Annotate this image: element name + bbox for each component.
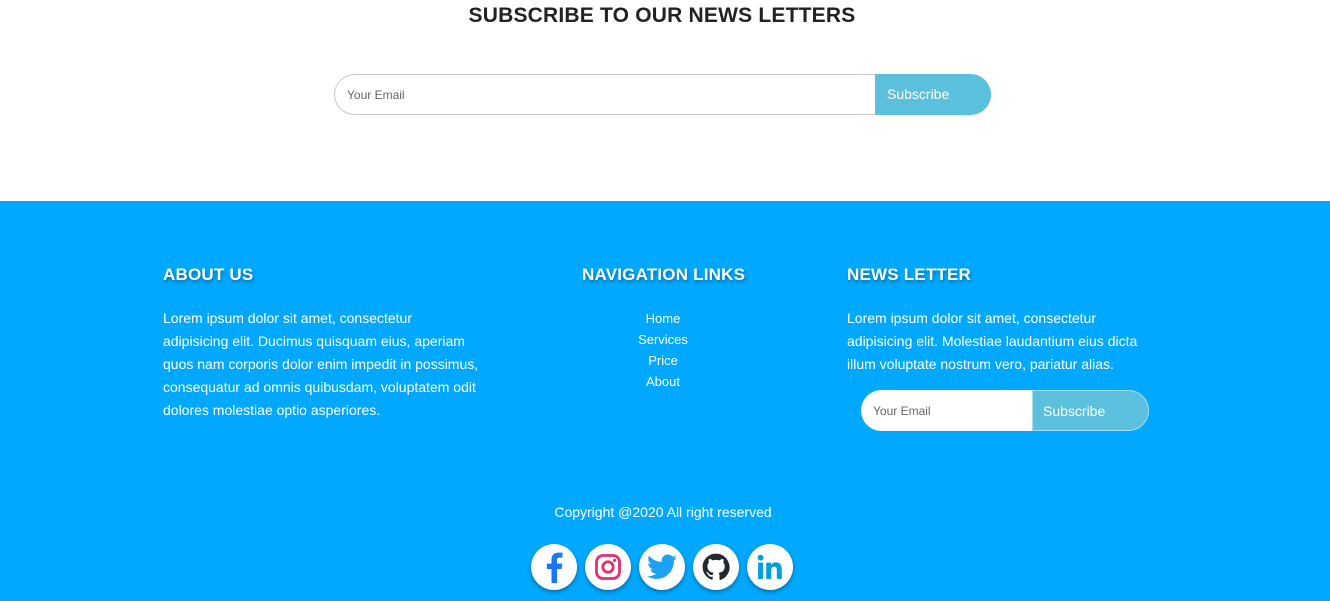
subscribe-button[interactable]: Subscribe [875,74,991,115]
github-icon [702,553,730,580]
about-title: ABOUT US [163,265,254,284]
navigation-links: Home Services Price About [563,308,763,392]
facebook-link[interactable] [531,544,577,590]
subscribe-email-input[interactable] [334,74,875,115]
navigation-title: NAVIGATION LINKS [582,265,746,284]
twitter-link[interactable] [639,544,685,590]
nav-link-about[interactable]: About [563,371,763,392]
copyright-text: Copyright @2020 All right reserved [554,504,772,520]
social-links [531,544,797,594]
instagram-link[interactable] [585,544,631,590]
linkedin-icon [757,554,782,579]
linkedin-link[interactable] [747,544,793,590]
github-link[interactable] [693,544,739,590]
subscribe-section: SUBSCRIBE TO OUR NEWS LETTERS Subscribe [0,0,1330,201]
nav-link-services[interactable]: Services [563,329,763,350]
twitter-icon [647,554,677,579]
footer: ABOUT US Lorem ipsum dolor sit amet, con… [0,201,1330,601]
nav-link-home[interactable]: Home [563,308,763,329]
newsletter-text: Lorem ipsum dolor sit amet, consectetur … [847,310,1138,372]
newsletter-form: Subscribe [861,390,1149,431]
newsletter-title: NEWS LETTER [847,265,972,284]
instagram-icon [595,554,621,580]
subscribe-form: Subscribe [334,74,991,115]
newsletter-subscribe-button[interactable]: Subscribe [1032,390,1149,431]
facebook-icon [546,552,563,583]
newsletter-email-input[interactable] [861,390,1032,431]
subscribe-title: SUBSCRIBE TO OUR NEWS LETTERS [468,4,856,27]
about-text: Lorem ipsum dolor sit amet, consectetur … [163,310,479,418]
nav-link-price[interactable]: Price [563,350,763,371]
